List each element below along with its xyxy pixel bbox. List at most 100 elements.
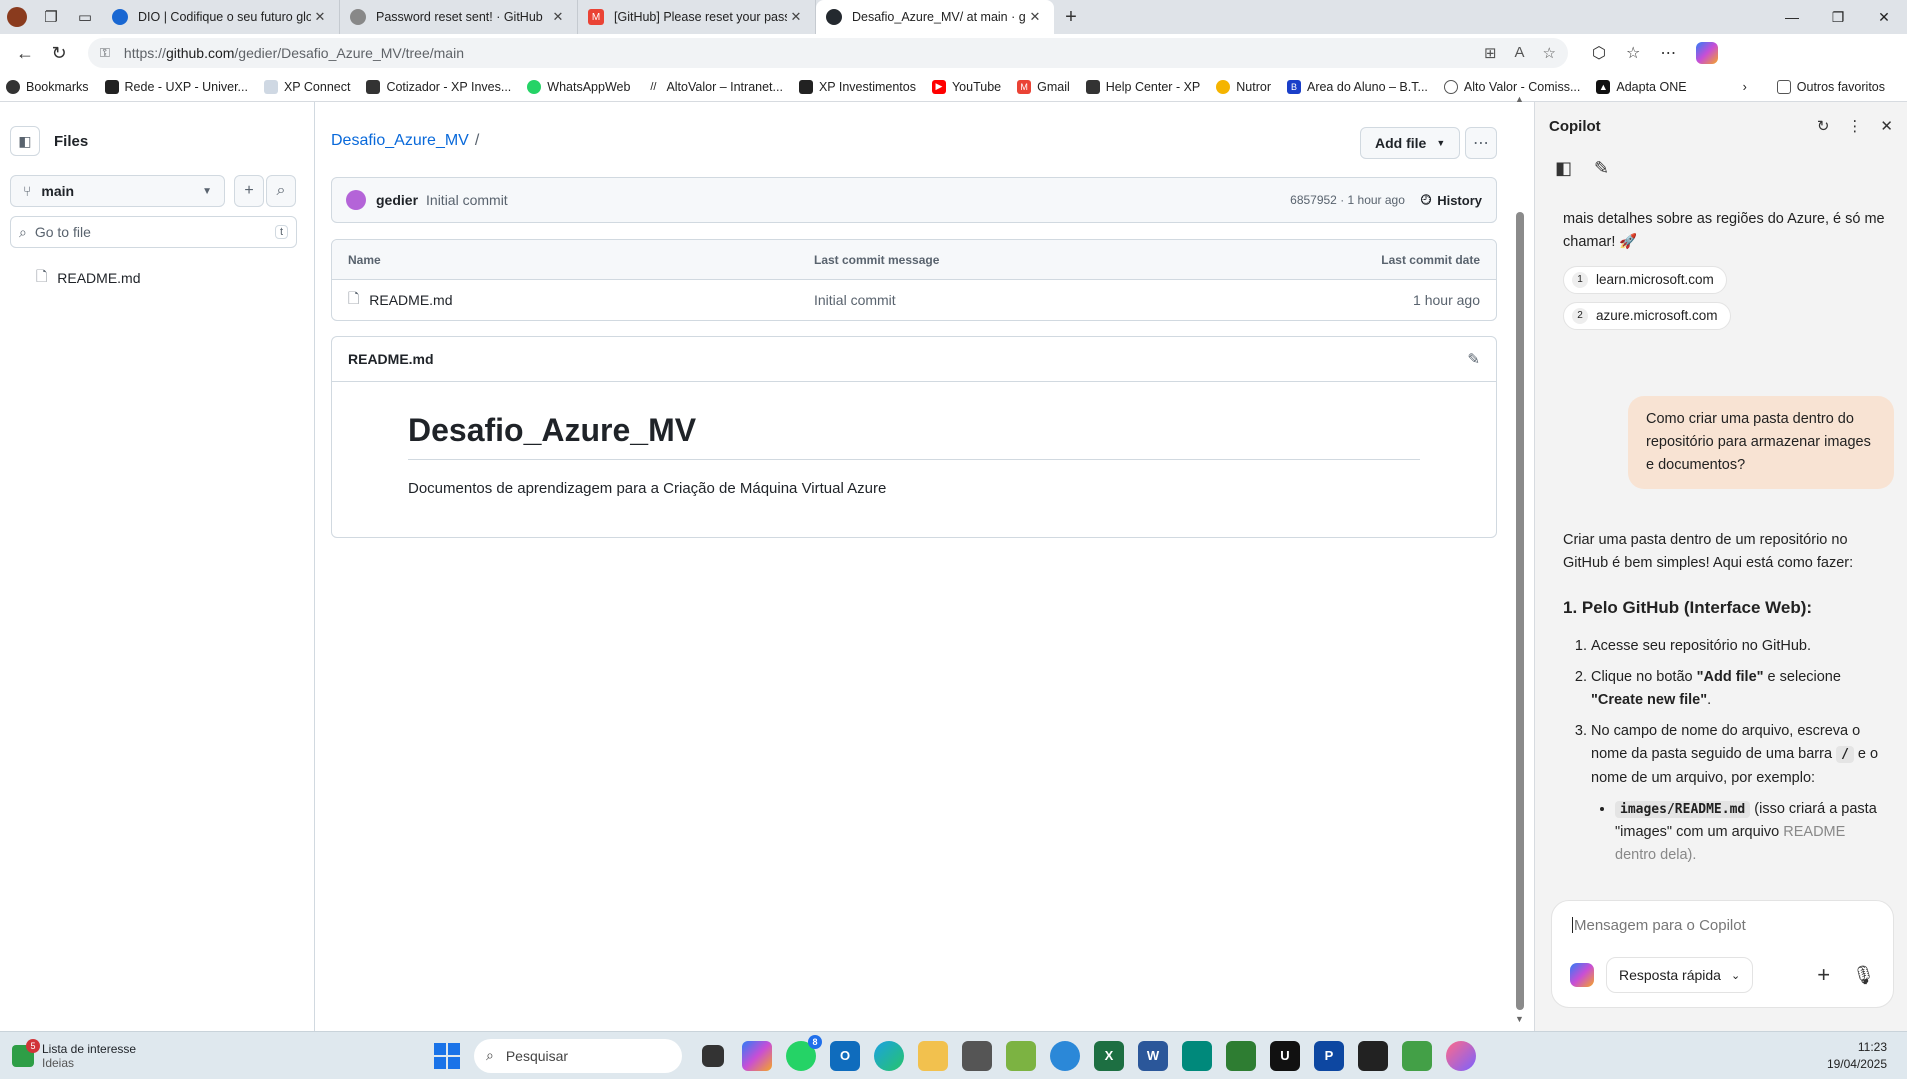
bookmark-item[interactable]: Cotizador - XP Inves... [366, 79, 511, 94]
collapse-sidebar-icon[interactable]: ◧ [10, 126, 40, 156]
copilot-icon[interactable] [1446, 1040, 1476, 1071]
response-mode-dropdown[interactable]: Resposta rápida ⌄ [1606, 957, 1754, 993]
bookmark-item[interactable]: ▲ Adapta ONE [1596, 79, 1687, 94]
app-icon[interactable]: P [1314, 1040, 1344, 1071]
go-to-file-input[interactable]: ⌕ Go to file t [10, 216, 297, 248]
bookmark-item[interactable]: Nutror [1216, 79, 1271, 94]
task-view-icon[interactable] [702, 1044, 724, 1067]
settings-app-icon[interactable] [1050, 1040, 1080, 1071]
commit-message-link[interactable]: Initial commit [814, 292, 1413, 308]
bookmark-item[interactable]: Alto Valor - Comiss... [1443, 79, 1580, 94]
bookmark-item[interactable]: M Gmail [1017, 79, 1070, 94]
finance-app-icon[interactable] [1226, 1040, 1256, 1071]
search-files-button[interactable]: ⌕ [266, 175, 296, 207]
workspaces-icon[interactable]: ❐ [34, 0, 68, 34]
add-attachment-icon[interactable]: + [1817, 962, 1830, 988]
copilot-message-input[interactable]: Mensagem para o Copilot Resposta rápida ⌄… [1551, 900, 1894, 1008]
bookmark-item[interactable]: XP Connect [263, 79, 350, 94]
other-favorites-folder[interactable]: Outros favoritos [1776, 79, 1885, 94]
system-clock[interactable]: 11:23 19/04/2025 [1827, 1039, 1907, 1073]
udemy-app-icon[interactable]: U [1270, 1040, 1300, 1071]
bookmark-item[interactable]: B Area do Aluno – B.T... [1286, 79, 1428, 94]
source-chip[interactable]: 1 learn.microsoft.com [1563, 266, 1727, 294]
table-row[interactable]: 🗋 README.md Initial commit 1 hour ago [332, 280, 1496, 320]
bookmark-item[interactable]: WhatsAppWeb [527, 79, 630, 94]
sidebar-toggle-icon[interactable]: ◧ [1555, 158, 1572, 179]
settings-more-icon[interactable]: ⋯ [1660, 43, 1676, 63]
commit-meta[interactable]: 6857952 · 1 hour ago [1290, 193, 1405, 207]
chart-app-icon[interactable] [1006, 1040, 1036, 1071]
outlook-app-icon[interactable]: O [830, 1040, 860, 1071]
history-button[interactable]: 🕘︎ History [1421, 192, 1482, 208]
browser-tab[interactable]: Password reset sent! · GitHub ✕ [340, 0, 578, 34]
profile-avatar-icon[interactable] [0, 0, 34, 34]
commit-message[interactable]: Initial commit [426, 192, 508, 208]
browser-tab[interactable]: M [GitHub] Please reset your passwo ✕ [578, 0, 816, 34]
whatsapp-app-icon[interactable]: 8 [786, 1034, 822, 1071]
add-file-button[interactable]: Add file ▼ [1360, 127, 1461, 159]
bookmark-item[interactable]: XP Investimentos [798, 79, 916, 94]
browser-tab-active[interactable]: Desafio_Azure_MV/ at main · gedi ✕ [816, 0, 1054, 34]
copilot-app-icon[interactable] [742, 1040, 772, 1071]
bookmark-item[interactable]: Rede - UXP - Univer... [104, 79, 248, 94]
tab-close-icon[interactable]: ✕ [1026, 9, 1044, 25]
close-icon[interactable]: ✕ [1880, 117, 1893, 135]
restore-icon[interactable]: ❐ [1815, 9, 1861, 26]
scrollbar-thumb[interactable] [1516, 212, 1524, 1010]
pencil-edit-icon[interactable]: ✎ [1467, 350, 1480, 368]
new-chat-icon[interactable]: ✎ [1594, 158, 1609, 179]
bookmark-item[interactable]: //AltoValor – Intranet... [646, 79, 783, 94]
bookmark-item[interactable]: Help Center - XP [1085, 79, 1200, 94]
microphone-icon[interactable]: 🎙︎ [1852, 965, 1875, 986]
window-close-icon[interactable]: ✕ [1861, 9, 1907, 26]
favorite-star-icon[interactable]: ☆ [1543, 44, 1556, 62]
commit-author[interactable]: gedier [376, 192, 418, 208]
refresh-icon[interactable]: ↻ [42, 38, 76, 68]
read-aloud-icon[interactable]: A [1515, 44, 1525, 62]
refresh-icon[interactable]: ↻ [1817, 117, 1830, 135]
word-app-icon[interactable]: W [1138, 1040, 1168, 1071]
add-file-plus-button[interactable]: + [234, 175, 264, 207]
bookmarks-overflow-icon[interactable]: › [1743, 80, 1747, 94]
repo-link[interactable]: Desafio_Azure_MV [331, 132, 469, 149]
excel-app-icon[interactable]: X [1094, 1040, 1124, 1071]
branch-selector[interactable]: ⑂ main ▼ [10, 175, 225, 207]
assistant-message: Criar uma pasta dentro de um repositório… [1563, 532, 1854, 572]
tab-close-icon[interactable]: ✕ [549, 9, 567, 25]
avatar[interactable] [346, 190, 366, 210]
app-available-icon[interactable]: ⊞ [1484, 44, 1497, 62]
url-field[interactable]: ⚿ https://github.com/gedier/Desafio_Azur… [88, 38, 1568, 68]
minimize-icon[interactable]: — [1769, 9, 1815, 26]
video-app-icon[interactable] [1402, 1040, 1432, 1071]
scroll-down-icon[interactable]: ▼ [1515, 1014, 1524, 1024]
terminal-app-icon[interactable] [1358, 1040, 1388, 1071]
browser-tab[interactable]: DIO | Codifique o seu futuro glob ✕ [102, 0, 340, 34]
source-chip[interactable]: 2 azure.microsoft.com [1563, 301, 1731, 330]
favorites-icon[interactable]: ☆ [1626, 43, 1640, 63]
bookmark-icon [798, 79, 813, 94]
taskbar-search[interactable]: ⌕ Pesquisar [474, 1038, 682, 1073]
windows-start-icon[interactable] [434, 1042, 460, 1069]
file-explorer-icon[interactable] [918, 1040, 948, 1071]
new-tab-icon[interactable]: + [1054, 6, 1088, 29]
news-widget[interactable]: 5 Lista de interesse Ideias [0, 1038, 420, 1070]
more-options-icon[interactable]: ⋮ [1847, 117, 1862, 135]
tab-close-icon[interactable]: ✕ [787, 9, 805, 25]
page-scrollbar[interactable]: ▲ ▼ [1513, 94, 1527, 1031]
bookmark-item[interactable]: Bookmarks [6, 79, 89, 94]
meet-app-icon[interactable] [1182, 1040, 1212, 1071]
site-info-icon[interactable]: ⚿ [100, 45, 110, 61]
bookmark-item[interactable]: ▶ YouTube [931, 79, 1001, 94]
copilot-logo-icon[interactable] [1696, 42, 1719, 64]
tree-item-readme[interactable]: 🗋 README.md [36, 266, 141, 290]
tab-actions-icon[interactable]: ▭ [68, 0, 102, 34]
scroll-up-icon[interactable]: ▲ [1515, 94, 1524, 104]
extensions-icon[interactable]: ⬡ [1592, 43, 1606, 63]
user-message: Como criar uma pasta dentro do repositór… [1628, 395, 1894, 490]
tab-close-icon[interactable]: ✕ [311, 9, 329, 25]
file-name-link[interactable]: README.md [369, 292, 452, 308]
calculator-icon[interactable] [962, 1040, 992, 1071]
back-icon[interactable]: ← [8, 38, 42, 68]
more-options-button[interactable]: ⋯ [1465, 127, 1497, 159]
edge-app-icon[interactable] [874, 1040, 904, 1071]
